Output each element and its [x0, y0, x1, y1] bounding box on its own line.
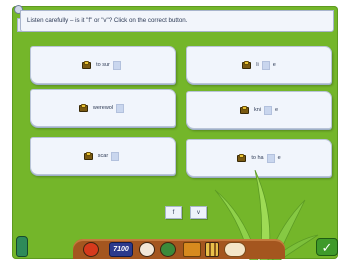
instruction-bar: Listen carefully – is it "f" or "v"? Cli… — [20, 10, 334, 32]
book-icon[interactable] — [183, 242, 201, 257]
letter-blank — [261, 60, 270, 70]
bookshelf-icon[interactable] — [205, 242, 219, 257]
word-part-after: e — [272, 62, 276, 68]
speaker-icon[interactable] — [242, 60, 252, 70]
dots-icon[interactable] — [224, 242, 246, 257]
word-card[interactable]: scar — [30, 137, 176, 175]
word-part-after: e — [277, 155, 281, 161]
instruction-text: Listen carefully – is it "f" or "v"? Cli… — [27, 17, 188, 24]
clock-display[interactable]: 7100 — [109, 242, 133, 257]
answer-v-button[interactable]: v — [190, 206, 207, 219]
answer-f-button[interactable]: f — [165, 206, 182, 219]
clock-value: 7100 — [113, 246, 129, 253]
taskbar — [73, 239, 285, 259]
letter-blank — [112, 60, 121, 70]
word: li e — [242, 60, 276, 70]
word-part-before: scar — [97, 153, 109, 159]
letter-blank — [116, 103, 125, 113]
red-button-icon[interactable] — [83, 242, 99, 257]
word: scar — [83, 151, 122, 161]
word: kni e — [239, 105, 279, 115]
word-part-before: to ha — [251, 155, 264, 161]
word-card[interactable]: to sur — [30, 46, 176, 84]
word-part-after: e — [274, 107, 279, 113]
letter-blank — [263, 105, 272, 115]
word-card[interactable]: kni e — [186, 91, 332, 129]
speaker-icon[interactable] — [239, 105, 250, 115]
pin-button-icon[interactable] — [160, 242, 176, 257]
word-part-before: li — [256, 62, 259, 68]
answer-f-label: f — [172, 209, 175, 216]
word-card[interactable]: li e — [186, 46, 332, 84]
word-part-before: kni — [253, 107, 261, 113]
speaker-icon[interactable] — [82, 60, 92, 70]
word-part-before: to sur — [96, 62, 110, 68]
answer-v-label: v — [197, 209, 200, 216]
speaker-icon[interactable] — [78, 103, 89, 113]
speaker-icon[interactable] — [83, 151, 94, 161]
word-card[interactable]: werewol — [30, 89, 176, 127]
word: to ha e — [237, 153, 281, 163]
word: werewol — [78, 103, 127, 113]
face-icon[interactable] — [139, 242, 155, 257]
letter-blank — [111, 151, 120, 161]
letter-blank — [266, 153, 275, 163]
word: to sur — [82, 60, 124, 70]
check-icon[interactable]: ✓ — [316, 238, 338, 256]
speaker-icon[interactable] — [237, 153, 247, 163]
bottle-icon[interactable] — [16, 236, 28, 257]
word-part-before: werewol — [92, 105, 114, 111]
